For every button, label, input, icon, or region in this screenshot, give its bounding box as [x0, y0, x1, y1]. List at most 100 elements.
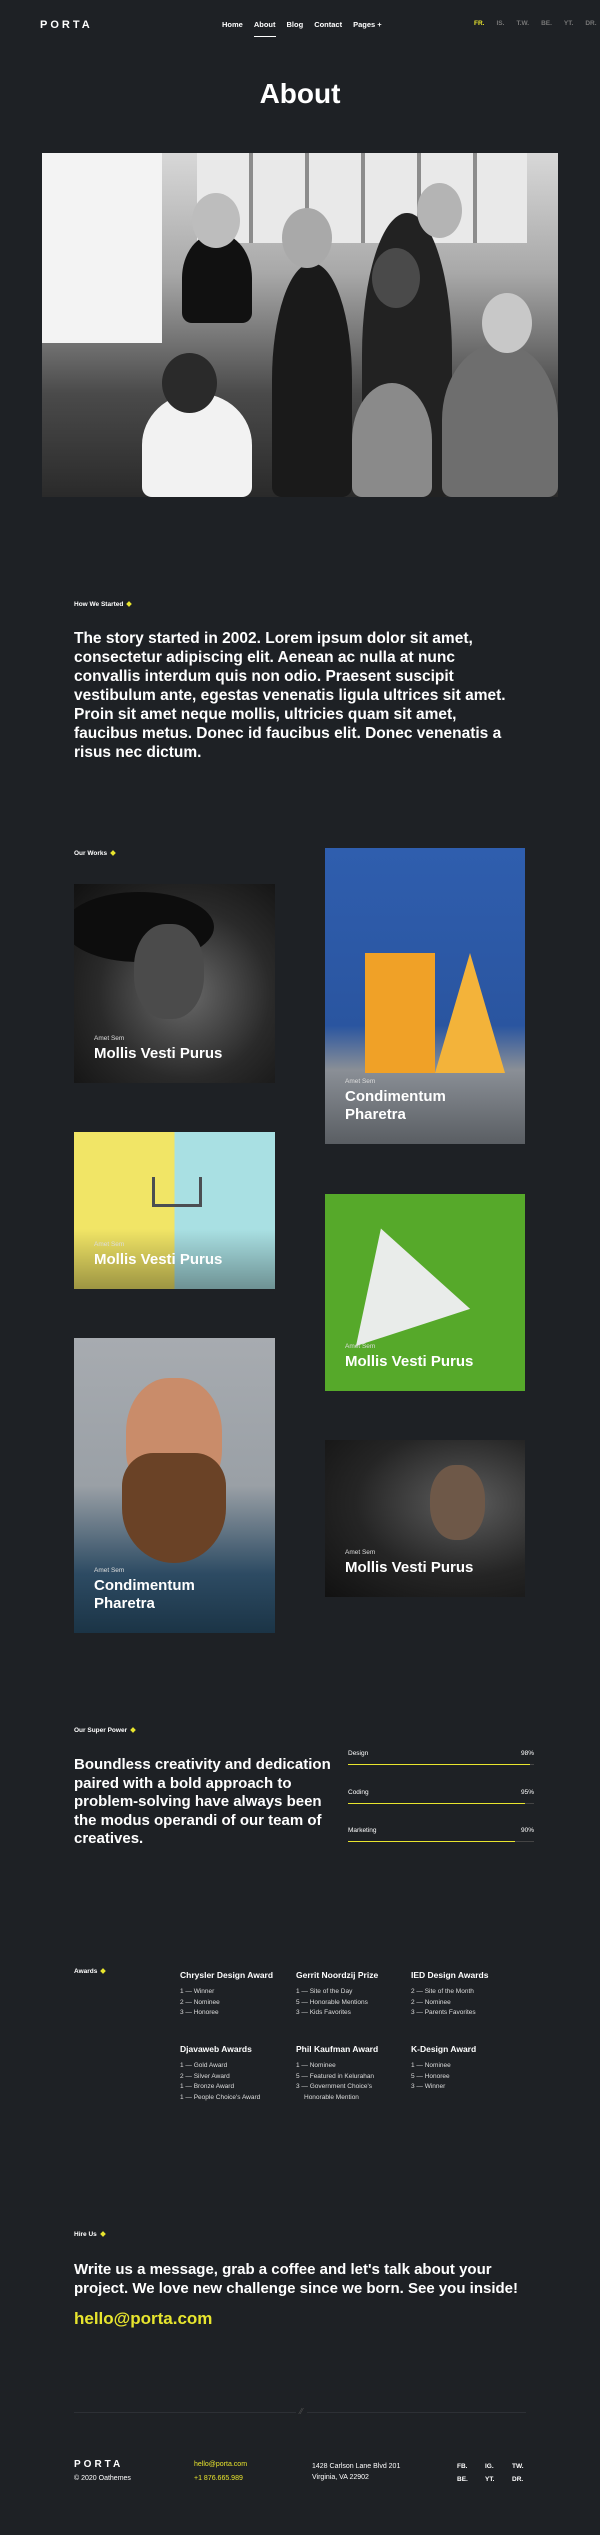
- skill-name: Coding: [348, 1789, 369, 1796]
- work-card[interactable]: Amet Sem Mollis Vesti Purus: [325, 1440, 525, 1597]
- person-silhouette: [352, 383, 432, 497]
- award-item: 5 — Honoree: [411, 2072, 450, 2080]
- footer-logo[interactable]: PORTA: [74, 2459, 123, 2470]
- nav-home[interactable]: Home: [222, 20, 243, 29]
- award-item: 5 — Honorable Mentions: [296, 1998, 368, 2006]
- leaf-icon: ⁄⁄: [296, 2407, 307, 2416]
- footer-social-link[interactable]: DR.: [512, 2476, 523, 2483]
- work-subtitle: Amet Sem: [94, 1241, 125, 1248]
- award-group: K-Design Award 1 — Nominee 5 — Honoree 3…: [411, 2044, 531, 2093]
- person-head: [282, 208, 332, 268]
- header: PORTA Home About Blog Contact Pages + FR…: [0, 0, 600, 50]
- person-silhouette: [272, 263, 352, 497]
- skill-bar: Coding 95%: [348, 1789, 534, 1804]
- social-link[interactable]: DR.: [585, 20, 596, 27]
- skill-bar: Marketing 90%: [348, 1827, 534, 1842]
- work-title: Condimentum Pharetra: [94, 1577, 195, 1612]
- work-card[interactable]: Amet Sem Condimentum Pharetra: [74, 1338, 275, 1633]
- footer-social-link[interactable]: YT.: [485, 2476, 494, 2483]
- skill-value: 95%: [520, 1789, 534, 1796]
- nav-pages[interactable]: Pages +: [353, 20, 382, 29]
- whiteboard-illustration: [42, 153, 162, 343]
- logo[interactable]: PORTA: [40, 19, 93, 31]
- window-illustration: [197, 153, 527, 243]
- award-item: 3 — Parents Favorites: [411, 2009, 476, 2016]
- award-group: Gerrit Noordzij Prize 1 — Site of the Da…: [296, 1970, 416, 2019]
- face-illustration: [430, 1465, 485, 1540]
- person-head: [162, 353, 217, 413]
- work-caption: Amet Sem Mollis Vesti Purus: [345, 1549, 473, 1577]
- footer-phone-link[interactable]: +1 876.665.989: [194, 2475, 243, 2482]
- award-group: IED Design Awards 2 — Site of the Month …: [411, 1970, 531, 2019]
- skill-name: Marketing: [348, 1827, 377, 1834]
- face-illustration: [134, 924, 204, 1019]
- work-caption: Amet Sem Mollis Vesti Purus: [94, 1035, 222, 1063]
- work-subtitle: Amet Sem: [345, 1078, 376, 1085]
- work-card[interactable]: Amet Sem Mollis Vesti Purus: [74, 1132, 275, 1289]
- social-link[interactable]: BE.: [541, 20, 552, 27]
- skill-value: 98%: [520, 1750, 534, 1757]
- social-link[interactable]: FR.: [474, 20, 484, 27]
- power-text: Boundless creativity and dedication pair…: [74, 1756, 331, 1847]
- pyramid-illustration: [435, 953, 505, 1073]
- work-title: Mollis Vesti Purus: [94, 1045, 223, 1062]
- footer-address: 1428 Carlson Lane Blvd 201 Virginia, VA …: [312, 2461, 400, 2483]
- main-nav: Home About Blog Contact Pages +: [222, 20, 382, 37]
- person-head: [417, 183, 462, 238]
- work-subtitle: Amet Sem: [345, 1549, 376, 1556]
- award-title: K-Design Award: [411, 2044, 477, 2054]
- work-subtitle: Amet Sem: [94, 1035, 125, 1042]
- person-silhouette: [442, 343, 558, 497]
- skill-fill: [348, 1764, 531, 1765]
- nav-blog[interactable]: Blog: [287, 20, 304, 29]
- skill-name: Design: [348, 1750, 369, 1757]
- section-label-hire-us: Hire Us: [74, 2231, 105, 2238]
- award-title: Phil Kaufman Award: [296, 2044, 379, 2054]
- person-head: [372, 248, 420, 308]
- person-head: [192, 193, 240, 248]
- cart-illustration: [152, 1177, 202, 1207]
- social-link[interactable]: T.W.: [516, 20, 529, 27]
- work-title: Condimentum Pharetra: [345, 1088, 446, 1123]
- award-item: 1 — People Choice's Award: [180, 2093, 261, 2101]
- work-title: Mollis Vesti Purus: [345, 1559, 474, 1576]
- award-item: 3 — Government Choice's: [296, 2083, 373, 2090]
- nav-about[interactable]: About: [253, 20, 276, 37]
- work-card[interactable]: Amet Sem Mollis Vesti Purus: [325, 1194, 525, 1391]
- nav-contact[interactable]: Contact: [314, 20, 342, 29]
- work-card[interactable]: Amet Sem Condimentum Pharetra: [325, 848, 525, 1144]
- award-item: 2 — Silver Award: [180, 2072, 230, 2080]
- award-item: 1 — Winner: [180, 1988, 215, 1995]
- social-links: FR. IS. T.W. BE. YT. DR.: [474, 20, 597, 27]
- footer-email-link[interactable]: hello@porta.com: [194, 2461, 247, 2468]
- footer-social-link[interactable]: BE.: [457, 2476, 468, 2483]
- story-text: The story started in 2002. Lorem ipsum d…: [74, 630, 506, 761]
- skill-bar: Design 98%: [348, 1750, 534, 1765]
- beard-illustration: [122, 1453, 226, 1563]
- award-title: Chrysler Design Award: [180, 1970, 274, 1980]
- address-line: 1428 Carlson Lane Blvd 201: [312, 2463, 401, 2470]
- skill-value: 90%: [520, 1827, 534, 1834]
- award-item: 2 — Site of the Month: [411, 1988, 474, 1995]
- skill-fill: [348, 1841, 516, 1842]
- footer-social-link[interactable]: TW.: [512, 2463, 524, 2470]
- work-card[interactable]: Amet Sem Mollis Vesti Purus: [74, 884, 275, 1083]
- award-title: Gerrit Noordzij Prize: [296, 1970, 379, 1980]
- award-item: 1 — Bronze Award: [180, 2083, 235, 2090]
- footer-social-link[interactable]: IG.: [485, 2463, 494, 2470]
- work-subtitle: Amet Sem: [94, 1567, 125, 1574]
- hire-email-link[interactable]: hello@porta.com: [74, 2309, 212, 2329]
- award-item: 2 — Nominee: [180, 1998, 220, 2006]
- award-item: 1 — Nominee: [296, 2062, 336, 2069]
- award-item: Honorable Mention: [304, 2093, 359, 2101]
- award-group: Phil Kaufman Award 1 — Nominee 5 — Featu…: [296, 2044, 416, 2103]
- social-link[interactable]: YT.: [564, 20, 573, 27]
- social-link[interactable]: IS.: [496, 20, 504, 27]
- work-title: Mollis Vesti Purus: [345, 1353, 474, 1370]
- skill-fill: [348, 1803, 525, 1804]
- footer-social-link[interactable]: FB.: [457, 2463, 467, 2470]
- work-caption: Amet Sem Condimentum Pharetra: [345, 1078, 485, 1124]
- section-label-awards: Awards: [74, 1968, 105, 1975]
- person-head: [482, 293, 532, 353]
- award-item: 1 — Gold Award: [180, 2062, 228, 2069]
